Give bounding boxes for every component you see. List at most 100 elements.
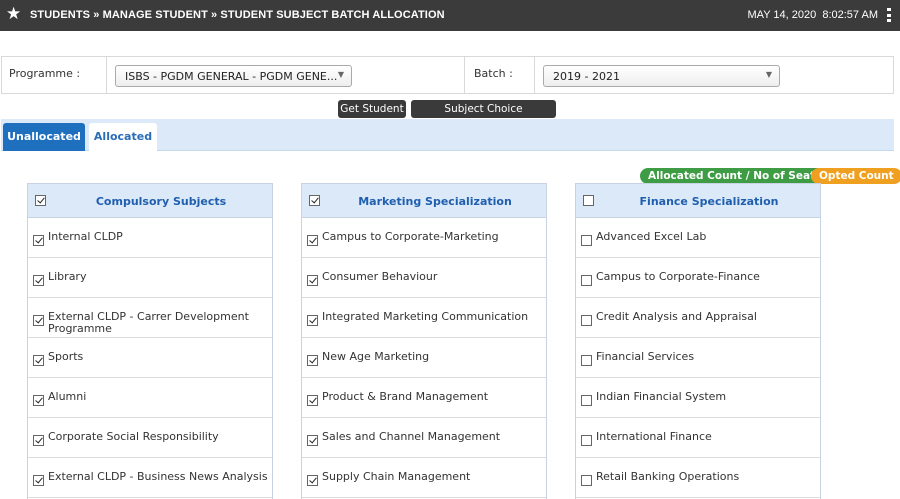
subject-checkbox[interactable] <box>33 395 44 406</box>
subject-label: Library <box>48 270 87 283</box>
get-student-button[interactable]: Get Student <box>338 100 406 118</box>
subject-checkbox[interactable] <box>307 315 318 326</box>
subject-label: Corporate Social Responsibility <box>48 430 219 443</box>
subject-row[interactable]: Corporate Social Responsibility <box>28 418 272 458</box>
subject-row[interactable]: Integrated Marketing Communication <box>302 298 546 338</box>
opted-count-badge: Opted Count <box>811 168 900 184</box>
subject-checkbox[interactable] <box>307 235 318 246</box>
chevron-down-icon: ▼ <box>337 70 344 79</box>
subject-checkbox[interactable] <box>33 235 44 246</box>
subject-choice-configuration-button[interactable]: Subject Choice Configuration <box>411 100 556 133</box>
subject-label: External CLDP - Carrer Development Progr… <box>48 310 249 335</box>
subject-label: Sales and Channel Management <box>322 430 501 443</box>
subject-checkbox[interactable] <box>307 275 318 286</box>
subject-row[interactable]: Library <box>28 258 272 298</box>
subject-row[interactable]: Campus to Corporate-Finance <box>576 258 820 298</box>
subject-panel-title: Finance Specialization <box>639 195 779 208</box>
subject-checkbox[interactable] <box>581 315 592 326</box>
allocated-count-badge: Allocated Count / No of Seats <box>640 168 830 184</box>
subject-row[interactable]: Credit Analysis and Appraisal <box>576 298 820 338</box>
subject-checkbox[interactable] <box>33 315 44 326</box>
batch-select-value: 2019 - 2021 <box>553 70 620 83</box>
subject-label: Alumni <box>48 390 87 403</box>
subject-panel-title: Compulsory Subjects <box>95 195 227 208</box>
subject-checkbox[interactable] <box>33 435 44 446</box>
subject-label: Advanced Excel Lab <box>596 230 707 243</box>
top-header-bar: ★ STUDENTS » MANAGE STUDENT » STUDENT SU… <box>0 0 900 31</box>
tab-bar: Unallocated Allocated <box>1 119 894 151</box>
subject-checkbox[interactable] <box>33 275 44 286</box>
subject-row[interactable]: International Finance <box>576 418 820 458</box>
select-all-checkbox[interactable] <box>583 195 594 206</box>
subject-row[interactable]: Indian Financial System <box>576 378 820 418</box>
filter-divider <box>534 57 535 93</box>
subject-panel: Marketing Specialization Campus to Corpor… <box>301 183 547 499</box>
subject-row[interactable]: Campus to Corporate-Marketing <box>302 218 546 258</box>
subject-label: Campus to Corporate-Marketing <box>322 230 499 243</box>
subject-checkbox[interactable] <box>33 355 44 366</box>
subject-panel-header: Compulsory Subjects <box>28 184 272 218</box>
breadcrumb: STUDENTS » MANAGE STUDENT » STUDENT SUBJ… <box>30 9 445 21</box>
batch-select[interactable]: 2019 - 2021 ▼ <box>543 65 780 87</box>
tab-unallocated[interactable]: Unallocated <box>3 123 85 151</box>
subject-panel: Compulsory Subjects Internal CLDP Library E… <box>27 183 273 499</box>
subject-panel-header: Finance Specialization <box>576 184 820 218</box>
select-all-checkbox[interactable] <box>35 195 46 206</box>
filter-divider <box>464 57 465 93</box>
subject-label: Consumer Behaviour <box>322 270 438 283</box>
header-date: MAY 14, 2020 <box>747 9 817 21</box>
programme-select[interactable]: ISBS - PGDM GENERAL - PGDM GENE... ▼ <box>115 65 352 87</box>
subject-panel: Finance Specialization Advanced Excel Lab… <box>575 183 821 499</box>
subject-checkbox[interactable] <box>33 475 44 486</box>
header-time: 8:02:57 AM <box>822 9 878 21</box>
subject-checkbox[interactable] <box>307 395 318 406</box>
subject-label: Retail Banking Operations <box>596 470 740 483</box>
subject-panel-header: Marketing Specialization <box>302 184 546 218</box>
tab-allocated[interactable]: Allocated <box>89 123 157 151</box>
subject-checkbox[interactable] <box>307 475 318 486</box>
subject-panel-title: Marketing Specialization <box>358 195 512 208</box>
select-all-checkbox[interactable] <box>309 195 320 206</box>
subject-row[interactable]: External CLDP - Carrer Development Progr… <box>28 298 272 338</box>
subject-checkbox[interactable] <box>581 355 592 366</box>
filter-panel: Programme : ISBS - PGDM GENERAL - PGDM G… <box>1 56 894 94</box>
subject-checkbox[interactable] <box>581 475 592 486</box>
subject-checkbox[interactable] <box>581 395 592 406</box>
subject-label: Product & Brand Management <box>322 390 489 403</box>
subject-row[interactable]: Internal CLDP <box>28 218 272 258</box>
programme-select-value: ISBS - PGDM GENERAL - PGDM GENE... <box>125 70 338 83</box>
subject-row[interactable]: New Age Marketing <box>302 338 546 378</box>
subject-row[interactable]: Sales and Channel Management <box>302 418 546 458</box>
filter-divider <box>106 57 107 93</box>
more-menu-icon[interactable] <box>887 8 891 22</box>
subject-label: International Finance <box>596 430 712 443</box>
subject-label: External CLDP - Business News Analysis <box>48 470 268 483</box>
subject-checkbox[interactable] <box>307 435 318 446</box>
subject-row[interactable]: Consumer Behaviour <box>302 258 546 298</box>
subject-row[interactable]: Supply Chain Management <box>302 458 546 498</box>
subject-row[interactable]: Financial Services <box>576 338 820 378</box>
subject-row[interactable]: Alumni <box>28 378 272 418</box>
star-icon[interactable]: ★ <box>6 5 21 23</box>
chevron-down-icon: ▼ <box>765 70 772 79</box>
subject-label: Internal CLDP <box>48 230 123 243</box>
subject-row[interactable]: Sports <box>28 338 272 378</box>
header-datetime: MAY 14, 2020 8:02:57 AM <box>748 9 878 21</box>
subject-label: Indian Financial System <box>596 390 727 403</box>
subject-label: Supply Chain Management <box>322 470 471 483</box>
subject-row[interactable]: External CLDP - Business News Analysis <box>28 458 272 498</box>
subject-label: Campus to Corporate-Finance <box>596 270 760 283</box>
subject-label: Credit Analysis and Appraisal <box>596 310 757 323</box>
subject-label: Sports <box>48 350 84 363</box>
subject-label: Financial Services <box>596 350 695 363</box>
subject-row[interactable]: Retail Banking Operations <box>576 458 820 498</box>
batch-label: Batch : <box>474 67 513 80</box>
subject-row[interactable]: Advanced Excel Lab <box>576 218 820 258</box>
subject-checkbox[interactable] <box>581 235 592 246</box>
subject-label: Integrated Marketing Communication <box>322 310 529 323</box>
subject-checkbox[interactable] <box>581 275 592 286</box>
programme-label: Programme : <box>9 67 81 80</box>
subject-row[interactable]: Product & Brand Management <box>302 378 546 418</box>
subject-checkbox[interactable] <box>581 435 592 446</box>
subject-checkbox[interactable] <box>307 355 318 366</box>
